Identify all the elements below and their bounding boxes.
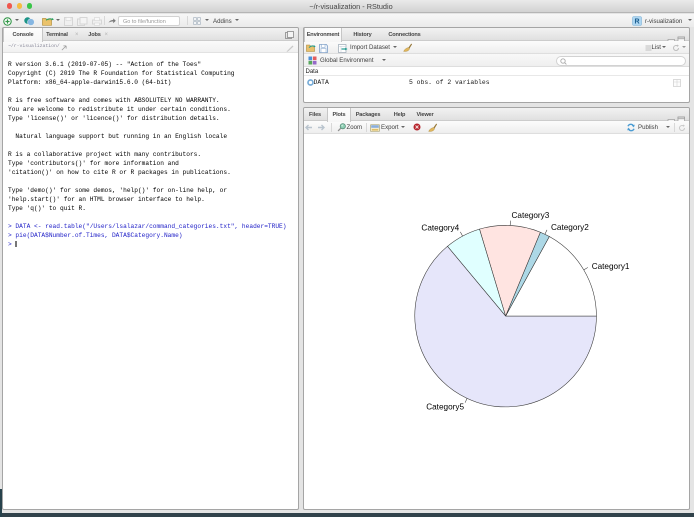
svg-text:R: R: [634, 19, 639, 26]
svg-text:Category1: Category1: [592, 262, 630, 271]
svg-text:Category5: Category5: [426, 402, 464, 411]
svg-text:Category3: Category3: [512, 211, 550, 220]
svg-text:Category2: Category2: [551, 223, 589, 232]
svg-text:Category4: Category4: [421, 223, 459, 232]
